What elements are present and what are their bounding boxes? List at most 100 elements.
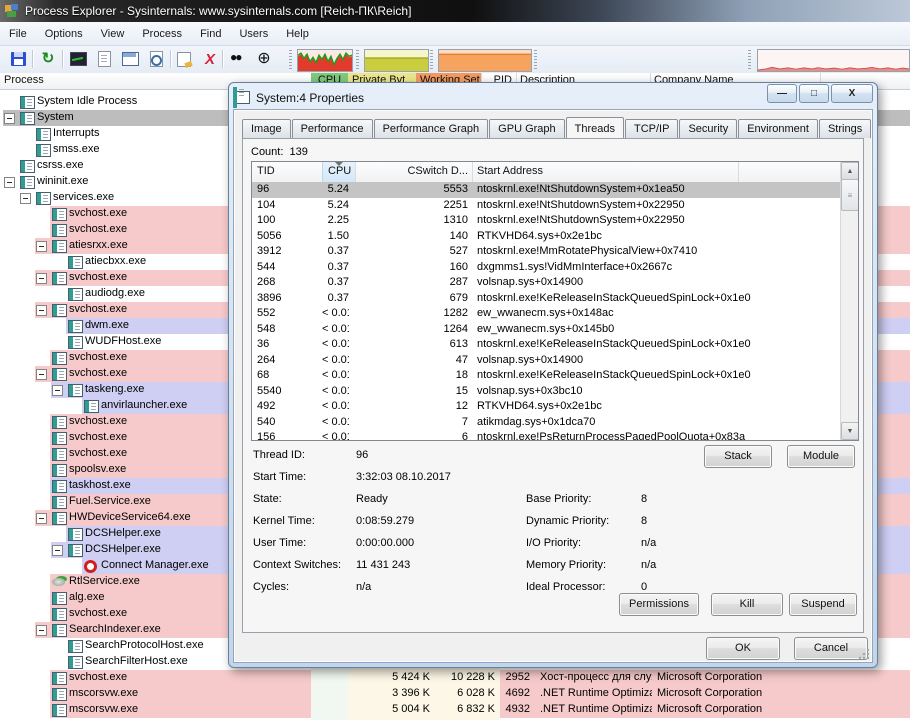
show-process-tree-button[interactable]: [92, 48, 116, 70]
find-handle-button[interactable]: [226, 48, 250, 70]
thread-column-header-cswitch-d-[interactable]: CSwitch D...: [354, 162, 473, 184]
tree-collapse-icon[interactable]: [36, 513, 47, 524]
menu-bar: FileOptionsViewProcessFindUsersHelp: [0, 22, 910, 46]
tree-collapse-icon[interactable]: [36, 241, 47, 252]
kill-button[interactable]: Kill: [711, 593, 783, 616]
thread-row[interactable]: 548< 0.011264ew_wwanecm.sys+0x145b0: [252, 322, 841, 338]
scroll-down-icon[interactable]: ▼: [841, 422, 859, 440]
thread-column-header-cpu[interactable]: CPU: [322, 162, 356, 184]
tab-security[interactable]: Security: [679, 119, 737, 138]
process-icon: [20, 96, 35, 109]
suspend-button[interactable]: Suspend: [789, 593, 857, 616]
cpu-usage-graph[interactable]: [297, 49, 353, 72]
resize-grip-icon[interactable]: [858, 648, 870, 660]
kill-process-button[interactable]: X: [198, 48, 222, 70]
thread-row[interactable]: 5540< 0.0115volsnap.sys+0x3bc10: [252, 384, 841, 400]
menu-item-help[interactable]: Help: [277, 25, 318, 43]
thread-row[interactable]: 492< 0.0112RTKVHD64.sys+0x2e1bc: [252, 399, 841, 415]
thread-row[interactable]: 965.245553ntoskrnl.exe!NtShutdownSystem+…: [252, 182, 841, 198]
menu-item-users[interactable]: Users: [230, 25, 277, 43]
permissions-button[interactable]: Permissions: [619, 593, 699, 616]
menu-item-find[interactable]: Find: [191, 25, 230, 43]
cancel-button[interactable]: Cancel: [794, 637, 868, 660]
scroll-up-icon[interactable]: ▲: [841, 162, 859, 180]
thread-cell: 140: [354, 230, 468, 242]
pid-value: 2952: [496, 671, 530, 683]
detail-value: Ready: [356, 493, 388, 505]
tab-tcp-ip[interactable]: TCP/IP: [625, 119, 678, 138]
thread-row[interactable]: 68< 0.0118ntoskrnl.exe!KeReleaseInStackQ…: [252, 368, 841, 384]
thread-row[interactable]: 2680.37287volsnap.sys+0x14900: [252, 275, 841, 291]
thread-row[interactable]: 39120.37527ntoskrnl.exe!MmRotatePhysical…: [252, 244, 841, 260]
toolbar-separator: [32, 50, 33, 68]
tree-collapse-icon[interactable]: [36, 273, 47, 284]
thread-row[interactable]: 50561.50140RTKVHD64.sys+0x2e1bc: [252, 229, 841, 245]
tab-image[interactable]: Image: [242, 119, 291, 138]
tree-collapse-icon[interactable]: [4, 113, 15, 124]
detail-value: n/a: [356, 581, 371, 593]
menu-item-view[interactable]: View: [92, 25, 134, 43]
view-dlls-button[interactable]: [144, 48, 168, 70]
thread-row[interactable]: 5440.37160dxgmms1.sys!VidMmInterface+0x2…: [252, 260, 841, 276]
process-name: svchost.exe: [69, 367, 127, 379]
tree-collapse-icon[interactable]: [52, 545, 63, 556]
properties-button[interactable]: [172, 48, 196, 70]
process-icon: [52, 224, 67, 237]
menu-item-process[interactable]: Process: [133, 25, 191, 43]
process-row-values: 3 396 K6 028 K4692.NET Runtime Optimizat…: [0, 686, 910, 702]
tab-performance[interactable]: Performance: [292, 119, 373, 138]
process-name: atiesrxx.exe: [69, 239, 128, 251]
thread-row[interactable]: 264< 0.0147volsnap.sys+0x14900: [252, 353, 841, 369]
tree-collapse-icon[interactable]: [36, 305, 47, 316]
physical-memory-graph[interactable]: [438, 49, 532, 72]
thread-row[interactable]: 156< 0.016ntoskrnl.exe!PsReturnProcessPa…: [252, 430, 841, 440]
maximize-button[interactable]: □: [799, 84, 829, 103]
thread-row[interactable]: 1045.242251ntoskrnl.exe!NtShutdownSystem…: [252, 198, 841, 214]
process-icon: [52, 480, 67, 493]
tree-collapse-icon[interactable]: [36, 625, 47, 636]
tree-collapse-icon[interactable]: [4, 177, 15, 188]
stack-button[interactable]: Stack: [704, 445, 772, 468]
thread-row[interactable]: 552< 0.011282ew_wwanecm.sys+0x148ac: [252, 306, 841, 322]
vertical-scrollbar[interactable]: ▲ ≡ ▼: [840, 162, 858, 440]
thread-row[interactable]: 1002.251310ntoskrnl.exe!NtShutdownSystem…: [252, 213, 841, 229]
tree-collapse-icon[interactable]: [36, 369, 47, 380]
close-button[interactable]: X: [831, 84, 873, 103]
menu-item-options[interactable]: Options: [36, 25, 92, 43]
show-lower-pane-button[interactable]: [118, 48, 142, 70]
tree-collapse-icon[interactable]: [52, 385, 63, 396]
thread-column-header-tid[interactable]: TID: [252, 162, 323, 184]
thread-column-header-start-address[interactable]: Start Address: [472, 162, 739, 184]
module-button[interactable]: Module: [787, 445, 855, 468]
dialog-title: System:4 Properties: [256, 91, 364, 105]
scrollbar-thumb[interactable]: ≡: [841, 179, 859, 211]
detail-value: 3:32:03 08.10.2017: [356, 471, 451, 483]
process-name: spoolsv.exe: [69, 463, 126, 475]
process-name: WUDFHost.exe: [85, 335, 161, 347]
save-button[interactable]: [6, 48, 30, 70]
thread-row[interactable]: 36< 0.01613ntoskrnl.exe!KeReleaseInStack…: [252, 337, 841, 353]
menu-item-file[interactable]: File: [0, 25, 36, 43]
detail-value: 0:08:59.279: [356, 515, 414, 527]
process-icon: [52, 464, 67, 477]
detail-value: 11 431 243: [356, 559, 410, 571]
process-icon: [36, 144, 51, 157]
tab-threads[interactable]: Threads: [566, 117, 624, 138]
tab-gpu-graph[interactable]: GPU Graph: [489, 119, 564, 138]
tree-collapse-icon[interactable]: [20, 193, 31, 204]
refresh-button[interactable]: ↻: [36, 48, 60, 70]
find-window-button[interactable]: ⊕: [252, 48, 276, 70]
tab-environment[interactable]: Environment: [738, 119, 818, 138]
window-titlebar[interactable]: Process Explorer - Sysinternals: www.sys…: [0, 0, 910, 22]
thread-cell: 268: [257, 276, 317, 288]
thread-row[interactable]: 38960.37679ntoskrnl.exe!KeReleaseInStack…: [252, 291, 841, 307]
minimize-button[interactable]: —: [767, 84, 797, 103]
ok-button[interactable]: OK: [706, 637, 780, 660]
system-information-button[interactable]: [66, 48, 90, 70]
tab-strings[interactable]: Strings: [819, 119, 871, 138]
thread-row[interactable]: 540< 0.017atikmdag.sys+0x1dca70: [252, 415, 841, 431]
detail-label: State:: [253, 493, 282, 505]
tab-performance-graph[interactable]: Performance Graph: [374, 119, 489, 138]
commit-history-graph[interactable]: [364, 49, 429, 72]
io-history-graph[interactable]: [757, 49, 910, 72]
